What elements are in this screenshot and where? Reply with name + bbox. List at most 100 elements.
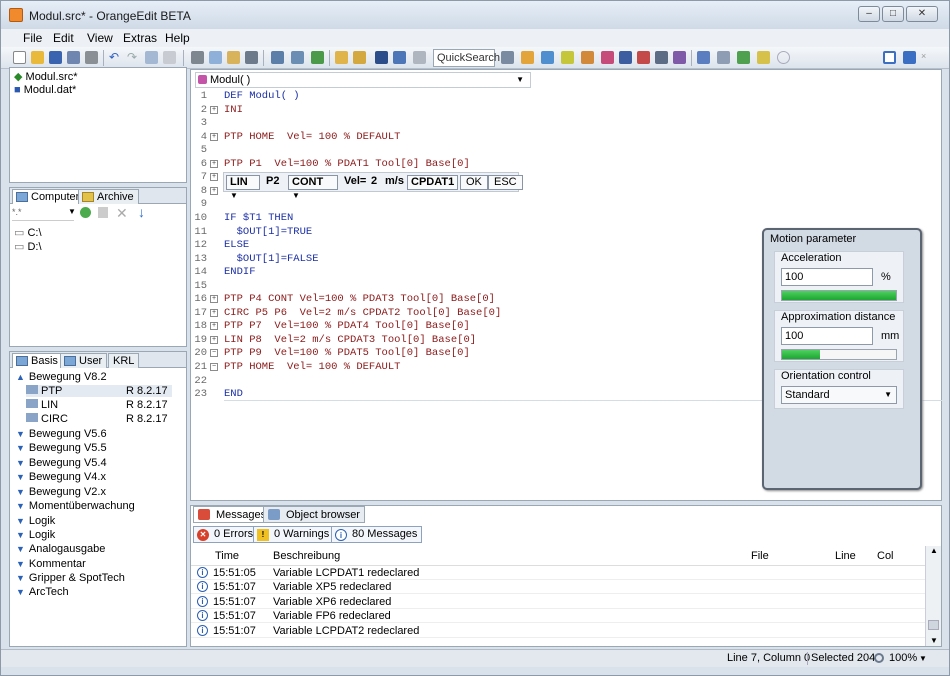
approximation-select[interactable]: CONT ▼ bbox=[288, 175, 338, 200]
scroll-down-icon[interactable]: ▼ bbox=[930, 636, 938, 645]
drive-item[interactable]: ▭ C:\ bbox=[14, 226, 42, 239]
gripper-icon[interactable] bbox=[637, 51, 650, 64]
zoom-level[interactable]: 100% bbox=[889, 652, 917, 664]
new-file-icon[interactable] bbox=[13, 51, 26, 64]
ok-button[interactable]: OK bbox=[460, 175, 488, 190]
output-icon[interactable] bbox=[601, 51, 614, 64]
code-line[interactable]: ENDIF bbox=[224, 266, 256, 278]
help-icon[interactable] bbox=[777, 51, 790, 64]
toolbar-close-icon[interactable]: × bbox=[921, 51, 934, 64]
quicksearch-field[interactable]: QuickSearch bbox=[433, 49, 500, 67]
paste-lines-icon[interactable] bbox=[163, 51, 176, 64]
code-line[interactable]: $OUT[1]=TRUE bbox=[224, 226, 313, 238]
errors-filter[interactable]: ✕ 0 Errors bbox=[193, 526, 259, 543]
code-line[interactable]: ELSE bbox=[224, 239, 249, 251]
delete-file-icon[interactable] bbox=[98, 207, 108, 218]
code-line[interactable]: PTP HOME Vel= 100 % DEFAULT bbox=[224, 131, 400, 143]
cut-lines-icon[interactable] bbox=[145, 51, 158, 64]
tab-object-browser[interactable]: Object browser bbox=[263, 506, 365, 523]
code-line[interactable]: PTP P7 Vel=100 % PDAT4 Tool[0] Base[0] bbox=[224, 320, 470, 332]
chevron-down-icon[interactable]: ▼ bbox=[68, 207, 76, 216]
message-row[interactable]: i 15:51:07 Variable LCPDAT2 redeclared bbox=[191, 624, 925, 638]
code-line[interactable]: DEF Modul( ) bbox=[224, 90, 300, 102]
column-line[interactable]: Line bbox=[835, 550, 856, 562]
column-description[interactable]: Beschreibung bbox=[273, 550, 340, 562]
library-group[interactable]: ▼ Bewegung V5.6 bbox=[16, 428, 107, 440]
code-line[interactable]: CIRC P5 P6 Vel=2 m/s CPDAT2 Tool[0] Base… bbox=[224, 307, 501, 319]
column-time[interactable]: Time bbox=[215, 550, 239, 562]
minimize-button[interactable]: – bbox=[858, 6, 880, 22]
check-icon[interactable] bbox=[737, 51, 750, 64]
code-line[interactable]: PTP P1 Vel=100 % PDAT1 Tool[0] Base[0] bbox=[224, 158, 470, 170]
compile-icon[interactable] bbox=[413, 51, 426, 64]
library-group[interactable]: ▼ ArcTech bbox=[16, 586, 69, 598]
library-item-ptp[interactable]: PTP R 8.2.17 bbox=[26, 385, 172, 397]
tab-basis[interactable]: Basis bbox=[12, 353, 63, 368]
file-item[interactable]: ◆ Modul.src* bbox=[14, 70, 78, 83]
format-icon[interactable] bbox=[311, 51, 324, 64]
tab-archive[interactable]: Archive bbox=[78, 189, 139, 204]
spot-icon[interactable] bbox=[655, 51, 668, 64]
acceleration-input[interactable]: 100 bbox=[781, 268, 873, 286]
circ-inline-icon[interactable] bbox=[541, 51, 554, 64]
ptp-inline-icon[interactable] bbox=[501, 51, 514, 64]
message-row[interactable]: i 15:51:07 Variable FP6 redeclared bbox=[191, 609, 925, 624]
chevron-down-icon[interactable]: ▼ bbox=[919, 654, 927, 663]
library-item-circ[interactable]: CIRC R 8.2.17 bbox=[26, 413, 172, 425]
message-row[interactable]: i 15:51:07 Variable XP6 redeclared bbox=[191, 595, 925, 609]
tab-user[interactable]: User bbox=[60, 353, 108, 368]
copy-icon[interactable] bbox=[209, 51, 222, 64]
fold-icon[interactable] bbox=[335, 51, 348, 64]
unfold-icon[interactable] bbox=[353, 51, 366, 64]
scrollbar[interactable]: ▲ ▼ bbox=[925, 546, 941, 646]
menu-file[interactable]: File bbox=[23, 31, 42, 45]
lin-inline-icon[interactable] bbox=[521, 51, 534, 64]
point-name[interactable]: P2 bbox=[263, 175, 282, 190]
drive-item[interactable]: ▭ D:\ bbox=[14, 240, 42, 253]
dataset-name[interactable]: CPDAT1 bbox=[407, 175, 459, 190]
library-group[interactable]: ▼ Kommentar bbox=[16, 558, 86, 570]
file-item[interactable]: ■ Modul.dat* bbox=[14, 84, 76, 96]
indent-icon[interactable] bbox=[271, 51, 284, 64]
menu-extras[interactable]: Extras bbox=[123, 31, 157, 45]
tab-messages[interactable]: Messages bbox=[193, 506, 272, 523]
function-selector[interactable]: Modul( ) ▼ bbox=[195, 72, 531, 88]
save-icon[interactable] bbox=[49, 51, 62, 64]
refresh-icon[interactable] bbox=[80, 207, 91, 218]
menu-edit[interactable]: Edit bbox=[53, 31, 74, 45]
layout-single-icon[interactable] bbox=[883, 51, 896, 64]
tools-icon[interactable] bbox=[757, 51, 770, 64]
code-line[interactable]: PTP P9 Vel=100 % PDAT5 Tool[0] Base[0] bbox=[224, 347, 470, 359]
library-group[interactable]: ▼ Bewegung V4.x bbox=[16, 471, 106, 483]
print-icon[interactable] bbox=[85, 51, 98, 64]
column-col[interactable]: Col bbox=[877, 550, 894, 562]
approximation-slider[interactable] bbox=[781, 349, 897, 360]
redo-icon[interactable]: ↷ bbox=[127, 51, 140, 64]
motion-type-select[interactable]: LIN ▼ bbox=[226, 175, 260, 200]
table-icon[interactable] bbox=[697, 51, 710, 64]
cut-icon[interactable] bbox=[191, 51, 204, 64]
library-item-lin[interactable]: LIN R 8.2.17 bbox=[26, 399, 172, 411]
message-row[interactable]: i 15:51:07 Variable XP5 redeclared bbox=[191, 580, 925, 595]
messages-filter[interactable]: i 80 Messages bbox=[331, 526, 423, 543]
layout-split-icon[interactable] bbox=[903, 51, 916, 64]
orientation-select[interactable]: Standard ▼ bbox=[781, 386, 897, 404]
find-icon[interactable] bbox=[245, 51, 258, 64]
library-group[interactable]: ▼ Bewegung V5.4 bbox=[16, 457, 107, 469]
monitor-icon[interactable] bbox=[375, 51, 388, 64]
esc-button[interactable]: ESC bbox=[488, 175, 523, 190]
download-arrow-icon[interactable]: ↓ bbox=[138, 204, 145, 220]
message-row[interactable]: i 15:51:05 Variable LCPDAT1 redeclared bbox=[191, 566, 925, 580]
tab-krl[interactable]: KRL bbox=[108, 353, 140, 368]
settings-icon[interactable] bbox=[717, 51, 730, 64]
velocity-value[interactable]: 2 bbox=[368, 175, 380, 190]
library-group[interactable]: ▼ Momentüberwachung bbox=[16, 500, 135, 512]
close-icon[interactable]: ✕ bbox=[116, 205, 128, 222]
code-line[interactable]: LIN P8 Vel=2 m/s CPDAT3 Tool[0] Base[0] bbox=[224, 334, 476, 346]
maximize-button[interactable]: □ bbox=[882, 6, 904, 22]
library-group[interactable]: ▼ Bewegung V2.x bbox=[16, 486, 106, 498]
library-group[interactable]: ▼ Logik bbox=[16, 529, 55, 541]
menu-view[interactable]: View bbox=[87, 31, 113, 45]
library-group[interactable]: ▼ Logik bbox=[16, 515, 55, 527]
code-line[interactable]: INI bbox=[224, 104, 243, 116]
